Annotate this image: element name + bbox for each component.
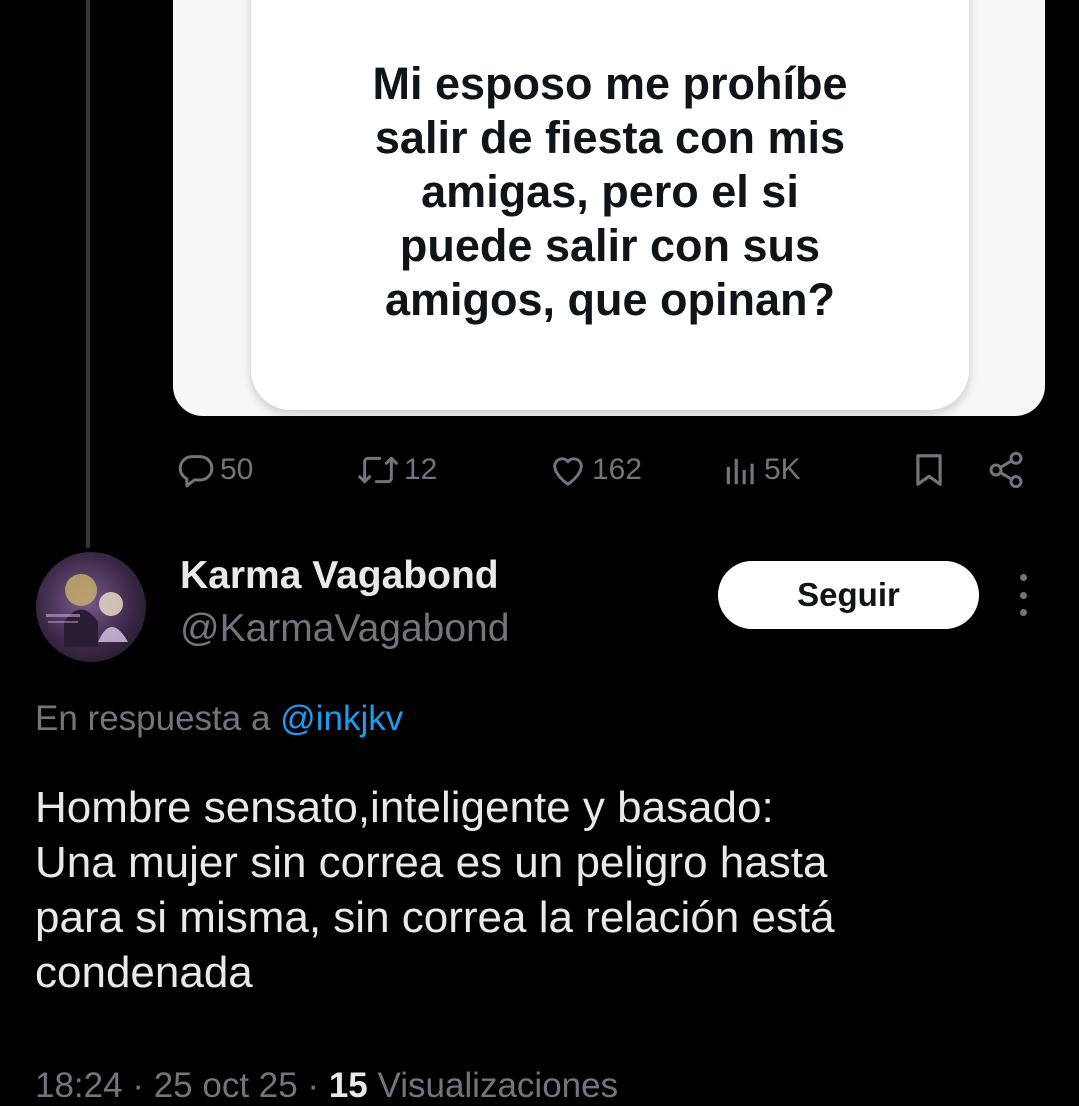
avatar-artwork	[46, 574, 128, 647]
reply-context: En respuesta a @inkjkv	[35, 697, 403, 741]
author-handle[interactable]: @KarmaVagabond	[180, 606, 509, 652]
retweet-icon	[356, 450, 400, 490]
media-text-card: Mi esposo me prohíbe salir de fiesta con…	[251, 0, 969, 410]
views-total: 15	[328, 1066, 368, 1105]
media-caption: Mi esposo me prohíbe salir de fiesta con…	[372, 58, 848, 325]
views-count: 5K	[764, 453, 801, 486]
like-count: 162	[592, 453, 643, 486]
reply-bubble-icon	[176, 450, 216, 490]
quoted-media-image[interactable]: Mi esposo me prohíbe salir de fiesta con…	[173, 0, 1045, 416]
views-button[interactable]: 5K	[722, 446, 801, 494]
retweet-button[interactable]: 12	[356, 446, 437, 494]
reply-context-prefix: En respuesta a	[35, 699, 271, 738]
more-dot-icon	[1019, 609, 1027, 616]
share-button[interactable]	[986, 446, 1026, 494]
more-dot-icon	[1019, 574, 1027, 581]
more-dot-icon	[1019, 591, 1027, 599]
reply-count: 50	[220, 453, 254, 486]
more-options-button[interactable]	[1006, 574, 1040, 616]
tweet-date[interactable]: 25 oct 25	[154, 1066, 298, 1105]
author-display-name[interactable]: Karma Vagabond	[180, 553, 499, 599]
heart-icon	[548, 450, 588, 490]
reply-button[interactable]: 50	[176, 446, 253, 494]
views-bars-icon	[722, 450, 760, 490]
tweet-text: Hombre sensato,inteligente y basado: Una…	[35, 783, 835, 997]
reply-mention-link[interactable]: @inkjkv	[280, 699, 403, 738]
avatar[interactable]	[36, 552, 146, 662]
action-bar: 50 12 162 5K	[0, 446, 1079, 494]
views-label: Visualizaciones	[377, 1066, 619, 1105]
bookmark-icon	[910, 449, 948, 491]
like-button[interactable]: 162	[548, 446, 642, 494]
follow-button[interactable]: Seguir	[718, 561, 979, 629]
retweet-count: 12	[404, 453, 438, 486]
share-icon	[986, 450, 1026, 490]
bookmark-button[interactable]	[910, 446, 948, 494]
tweet-meta: 18:24 · 25 oct 25 · 15 Visualizaciones	[35, 1066, 619, 1105]
tweet-time[interactable]: 18:24	[35, 1066, 123, 1105]
